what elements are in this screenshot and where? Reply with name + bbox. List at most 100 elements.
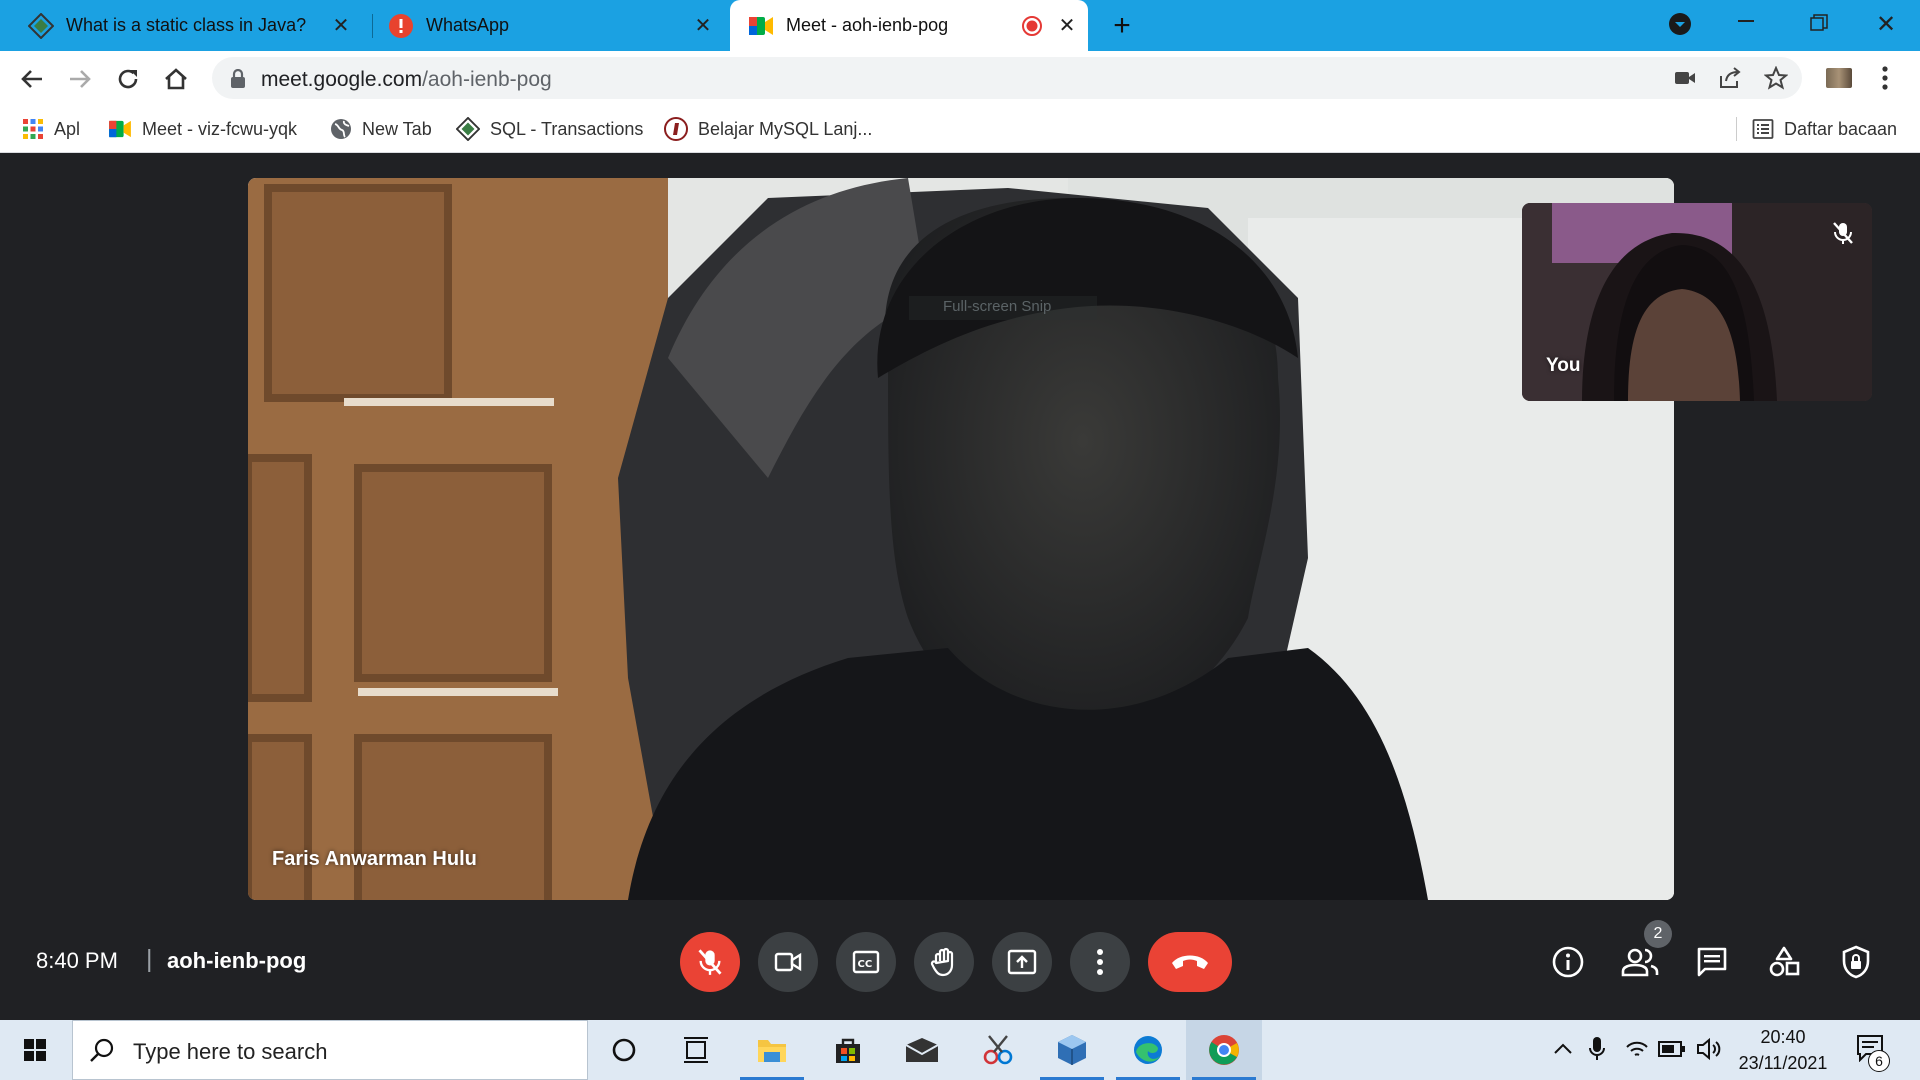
self-view-tile[interactable]: You	[1522, 203, 1872, 401]
meet-icon	[748, 15, 774, 37]
close-icon[interactable]: ✕	[692, 14, 714, 37]
microphone-tray-icon[interactable]	[1588, 1036, 1606, 1062]
tab-title: WhatsApp	[426, 15, 510, 35]
notification-count-badge: 6	[1868, 1050, 1890, 1072]
windows-logo-icon	[23, 1038, 47, 1062]
taskbar-clock[interactable]: 20:40 23/11/2021	[1728, 1024, 1838, 1076]
camera-toggle-button[interactable]	[758, 932, 818, 992]
hang-up-icon	[1170, 953, 1210, 971]
apps-grid-icon	[22, 118, 44, 140]
chrome-button[interactable]	[1186, 1020, 1262, 1080]
mail-icon	[904, 1037, 940, 1063]
share-icon[interactable]	[1718, 67, 1742, 89]
notification-count: 6	[1875, 1053, 1883, 1069]
profile-avatar[interactable]	[1826, 68, 1852, 88]
reading-list-icon	[1752, 118, 1774, 140]
edge-button[interactable]	[1110, 1020, 1186, 1080]
battery-tray-icon[interactable]	[1658, 1040, 1686, 1058]
info-separator: |	[146, 945, 153, 973]
bookmark-label: SQL - Transactions	[490, 118, 644, 139]
close-icon[interactable]: ✕	[1056, 14, 1078, 37]
tab-whatsapp[interactable]: WhatsApp ✕	[374, 0, 724, 51]
close-icon[interactable]: ✕	[330, 14, 352, 37]
reload-button[interactable]	[114, 65, 142, 93]
more-menu-icon[interactable]	[1882, 65, 1888, 91]
bookmarks-bar: Apl Meet - viz-fcwu-yqk New Tab SQL - Tr…	[0, 105, 1920, 153]
tab-static-class[interactable]: What is a static class in Java? ✕	[14, 0, 362, 51]
folder-icon	[756, 1036, 788, 1064]
svg-text:CC: CC	[858, 959, 873, 970]
volume-tray-icon[interactable]	[1696, 1037, 1722, 1061]
home-button[interactable]	[162, 65, 190, 93]
participant-name: Faris Anwarman Hulu	[272, 848, 477, 870]
diamond-icon	[28, 12, 54, 39]
tab-title: Meet - aoh-ienb-pog	[786, 15, 949, 35]
raise-hand-button[interactable]	[914, 932, 974, 992]
host-controls-button[interactable]	[1834, 940, 1878, 984]
mic-toggle-button[interactable]	[680, 932, 740, 992]
tab-search-button[interactable]	[1668, 12, 1692, 36]
bookmark-star-icon[interactable]	[1764, 66, 1788, 90]
tab-meet[interactable]: Meet - aoh-ienb-pog ✕	[730, 0, 1088, 51]
camera-icon[interactable]	[1674, 69, 1696, 87]
bookmark-meet[interactable]: Meet - viz-fcwu-yqk	[108, 115, 297, 143]
bookmark-sql-transactions[interactable]: SQL - Transactions	[456, 115, 643, 143]
restore-button[interactable]	[1810, 14, 1828, 32]
url-text: meet.google.com/aoh-ienb-pog	[261, 68, 552, 91]
snip-sketch-button[interactable]	[960, 1020, 1036, 1080]
bookmarks-divider	[1736, 117, 1737, 141]
cortana-button[interactable]	[586, 1020, 662, 1080]
more-vert-icon	[1096, 948, 1104, 976]
back-button[interactable]	[18, 65, 46, 93]
bookmark-new-tab[interactable]: New Tab	[330, 115, 432, 143]
close-window-button[interactable]: ✕	[1876, 10, 1896, 39]
mic-off-icon	[697, 948, 723, 976]
alert-icon	[388, 13, 414, 39]
camera-icon	[774, 951, 802, 973]
reading-list-button[interactable]: Daftar bacaan	[1752, 115, 1897, 143]
meeting-details-button[interactable]	[1546, 940, 1590, 984]
activities-button[interactable]	[1762, 940, 1806, 984]
more-options-button[interactable]	[1070, 932, 1130, 992]
video-frame-image	[248, 178, 1674, 900]
clock-date: 23/11/2021	[1738, 1053, 1828, 1073]
present-screen-button[interactable]	[992, 932, 1052, 992]
store-button[interactable]	[810, 1020, 886, 1080]
bookmark-apps[interactable]: Apl	[22, 115, 80, 143]
site-logo-icon	[664, 117, 688, 141]
main-participant-video[interactable]: Full-screen Snip Faris Anwarman Hulu	[248, 178, 1674, 900]
bookmark-label: New Tab	[362, 118, 432, 139]
minimize-button[interactable]	[1738, 20, 1754, 22]
bookmark-label: Meet - viz-fcwu-yqk	[142, 118, 298, 139]
meeting-time: 8:40 PM	[36, 948, 118, 973]
start-button[interactable]	[10, 1030, 60, 1070]
chrome-icon	[1207, 1033, 1241, 1067]
captions-icon: CC	[852, 950, 880, 974]
chat-button[interactable]	[1690, 940, 1734, 984]
snip-sketch-icon	[981, 1034, 1015, 1066]
edge-icon	[1132, 1034, 1164, 1066]
address-bar[interactable]: meet.google.com/aoh-ienb-pog	[212, 57, 1802, 99]
wifi-tray-icon[interactable]	[1624, 1037, 1650, 1061]
people-icon	[1621, 947, 1659, 977]
tray-overflow-chevron-icon[interactable]	[1552, 1038, 1574, 1060]
muted-mic-icon	[1832, 221, 1854, 245]
virtualbox-button[interactable]	[1034, 1020, 1110, 1080]
file-explorer-button[interactable]	[734, 1020, 810, 1080]
lock-icon	[230, 69, 246, 89]
mail-button[interactable]	[884, 1020, 960, 1080]
captions-button[interactable]: CC	[836, 932, 896, 992]
search-icon	[89, 1037, 115, 1063]
task-view-button[interactable]	[658, 1020, 734, 1080]
bookmark-belajar-mysql[interactable]: Belajar MySQL Lanj...	[664, 115, 872, 143]
tab-separator	[372, 14, 373, 38]
task-view-icon	[682, 1037, 710, 1063]
snip-overlay-text: Full-screen Snip	[943, 298, 1052, 315]
forward-button[interactable]	[66, 65, 94, 93]
browser-toolbar: meet.google.com/aoh-ienb-pog	[0, 51, 1920, 105]
leave-call-button[interactable]	[1148, 932, 1232, 992]
participants-count: 2	[1653, 925, 1663, 942]
new-tab-button[interactable]: +	[1104, 8, 1140, 44]
taskbar-search-box[interactable]: Type here to search	[72, 1020, 588, 1080]
shield-lock-icon	[1841, 945, 1871, 979]
